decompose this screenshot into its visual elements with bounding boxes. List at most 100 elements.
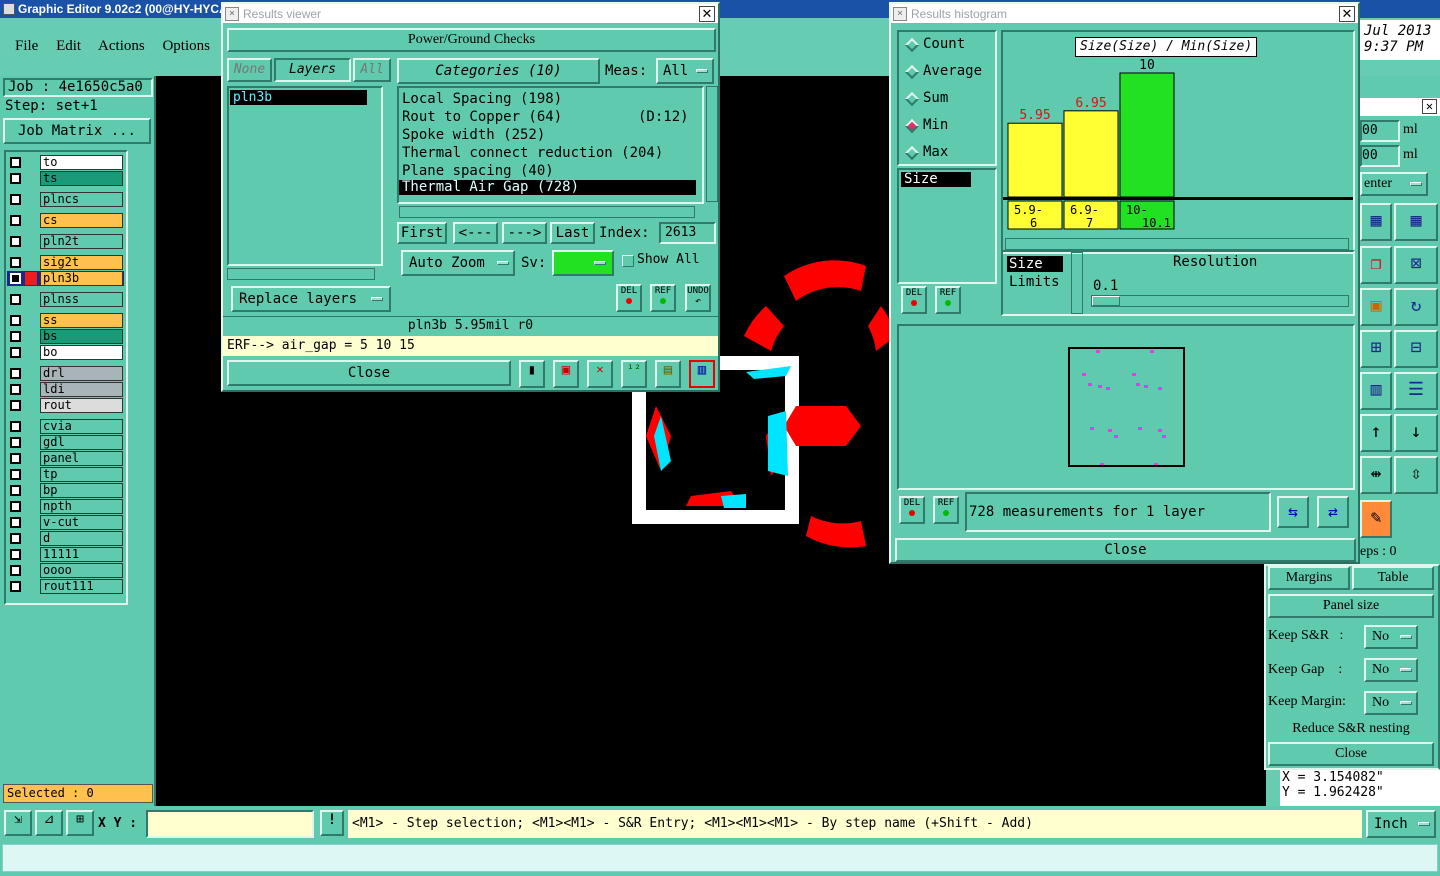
layer-checkbox[interactable] — [10, 315, 21, 326]
layer-checkbox[interactable] — [10, 437, 21, 448]
histogram-bar[interactable] — [1007, 122, 1063, 198]
toolbar-icon-1[interactable]: ▮ — [519, 360, 545, 388]
layer-checkbox[interactable] — [10, 469, 21, 480]
layer-row[interactable]: bo — [7, 345, 124, 360]
category-item[interactable]: Local Spacing (198) — [399, 90, 702, 108]
layer-row[interactable]: panel — [7, 451, 124, 466]
layer-checkbox[interactable] — [10, 453, 21, 464]
resolution-slider[interactable] — [1091, 295, 1349, 307]
layer-row[interactable]: d — [7, 531, 124, 546]
keep-gap-dropdown[interactable]: No — [1364, 658, 1418, 682]
layer-row[interactable]: gdl — [7, 435, 124, 450]
all-button[interactable]: All — [353, 58, 391, 82]
layer-row[interactable]: cs — [7, 213, 124, 228]
none-button[interactable]: None — [227, 58, 272, 82]
layer-checkbox[interactable] — [10, 517, 21, 528]
layer-row[interactable]: tp — [7, 467, 124, 482]
copy-icon[interactable]: ❐ — [1360, 246, 1392, 284]
spread-v-icon[interactable]: ☰ — [1394, 372, 1438, 410]
auto-zoom-dropdown[interactable]: Auto Zoom — [401, 250, 515, 276]
layer-name[interactable]: oooo — [40, 563, 123, 578]
show-all-checkbox[interactable] — [622, 255, 634, 267]
arrow-up-icon[interactable]: ↑ — [1360, 414, 1392, 452]
mode-label[interactable]: Average — [923, 63, 982, 79]
measure-icon[interactable]: ⊿ — [35, 810, 63, 836]
layer-checkbox[interactable] — [10, 331, 21, 342]
layer-checkbox[interactable] — [10, 421, 21, 432]
histogram-icon[interactable]: ▥ — [689, 360, 715, 388]
layer-list-scrollbar[interactable] — [227, 268, 375, 280]
menu-actions[interactable]: Actions — [98, 38, 145, 54]
undo-button[interactable]: UNDO ↶ — [685, 284, 711, 312]
layer-name[interactable]: bp — [40, 483, 123, 498]
last-button[interactable]: Last — [550, 222, 595, 244]
layer-row[interactable]: npth — [7, 499, 124, 514]
layer-name[interactable]: d — [40, 531, 123, 546]
layer-checkbox[interactable] — [10, 347, 21, 358]
edit-icon[interactable]: ✎ — [1360, 500, 1392, 538]
compress-v-icon[interactable]: ⇳ — [1394, 456, 1438, 494]
layer-row[interactable]: oooo — [7, 563, 124, 578]
layer-checkbox[interactable] — [10, 294, 21, 305]
layer-name[interactable]: cvia — [40, 419, 123, 434]
layer-checkbox[interactable] — [10, 565, 21, 576]
ref-button[interactable]: REF — [650, 284, 676, 312]
layer-row[interactable]: plncs — [7, 192, 124, 207]
distribute-h-icon[interactable]: ⊞ — [1360, 330, 1392, 368]
delete-icon[interactable]: ⊠ — [1394, 246, 1438, 284]
grid-icon[interactable]: ▦ — [1394, 203, 1438, 241]
category-item[interactable]: Rout to Copper (64) (D:12) — [399, 108, 702, 126]
units-dropdown[interactable]: Inch — [1366, 810, 1436, 838]
layer-row[interactable]: 11111 — [7, 547, 124, 562]
panel-icon[interactable]: ▣ — [1360, 288, 1392, 326]
layer-checkbox[interactable] — [10, 400, 21, 411]
layer-checkbox[interactable] — [10, 485, 21, 496]
mode-label[interactable]: Max — [923, 144, 948, 160]
layer-name[interactable]: 11111 — [40, 547, 123, 562]
preview-ref-button[interactable]: REF — [933, 496, 959, 524]
arrow-down-icon[interactable]: ↓ — [1394, 414, 1438, 452]
limits-option[interactable]: Limits — [1009, 274, 1060, 290]
info-icon[interactable]: ! — [320, 810, 344, 836]
layer-row[interactable]: ss — [7, 313, 124, 328]
layer-checkbox[interactable] — [10, 384, 21, 395]
layer-checkbox[interactable] — [10, 581, 21, 592]
menu-options[interactable]: Options — [162, 38, 210, 54]
layer-checkbox[interactable] — [10, 194, 21, 205]
keep-margin-dropdown[interactable]: No — [1364, 691, 1418, 715]
toolbar-icon-4[interactable]: ¹² — [621, 360, 647, 388]
preview-del-button[interactable]: DEL — [899, 496, 925, 524]
array-icon[interactable]: ▦ — [1360, 203, 1392, 241]
menu-file[interactable]: File — [15, 38, 38, 54]
layer-name[interactable]: pln3b — [40, 271, 123, 286]
close-icon[interactable]: ✕ — [1422, 99, 1437, 114]
distribute-v-icon[interactable]: ⊟ — [1394, 330, 1438, 368]
margin-field-2[interactable]: 00 — [1360, 145, 1400, 167]
check-name[interactable]: Power/Ground Checks — [227, 28, 716, 52]
categories-header[interactable]: Categories (10) — [397, 58, 600, 84]
del-button[interactable]: DEL — [616, 284, 642, 312]
layer-name[interactable]: pln2t — [40, 234, 123, 249]
category-hscrollbar[interactable] — [399, 206, 695, 218]
layer-name[interactable]: ldi — [40, 382, 123, 397]
next-button[interactable]: ---> — [502, 222, 547, 244]
layer-listbox[interactable]: pln3b — [227, 86, 383, 266]
layer-name[interactable]: plncs — [40, 192, 123, 207]
mode-label[interactable]: Sum — [923, 90, 948, 106]
layers-tab[interactable]: Layers — [274, 58, 351, 82]
layer-name[interactable]: v-cut — [40, 515, 123, 530]
layer-name[interactable]: sig2t — [40, 255, 123, 270]
field-listbox[interactable]: Size — [897, 168, 997, 284]
index-input[interactable]: 2613 — [659, 222, 716, 244]
layer-name[interactable]: plnss — [40, 292, 123, 307]
export-right-icon[interactable]: ⇄ — [1317, 496, 1349, 528]
sv-color-dropdown[interactable] — [552, 250, 614, 276]
layer-row[interactable]: drl — [7, 366, 124, 381]
category-scrollbar[interactable] — [706, 86, 718, 202]
hist-del-button[interactable]: DEL — [901, 286, 927, 314]
layer-row[interactable]: sig2t — [7, 255, 124, 270]
mode-label[interactable]: Count — [923, 36, 965, 52]
close-icon[interactable]: ✕ — [699, 6, 715, 22]
close-icon[interactable]: ✕ — [1339, 6, 1355, 22]
right-close-button[interactable]: Close — [1268, 742, 1434, 766]
